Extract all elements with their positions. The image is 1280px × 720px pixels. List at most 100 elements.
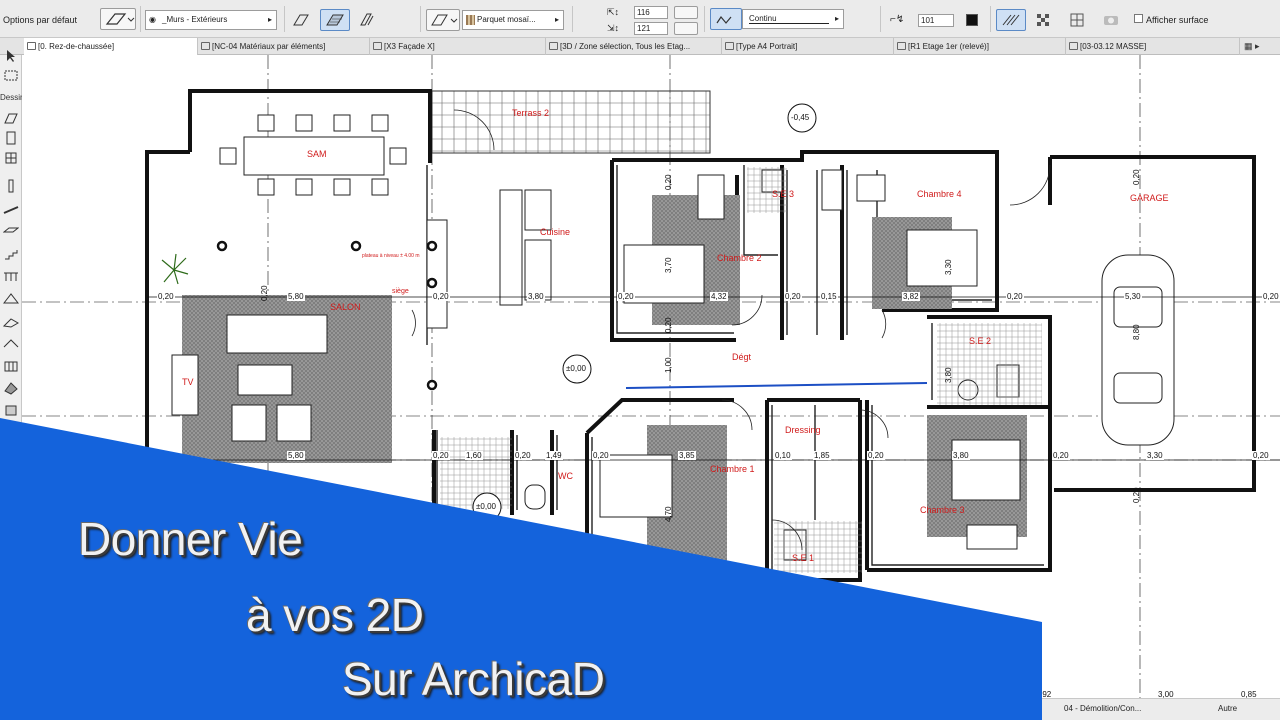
door-tool-icon[interactable] [3,131,19,145]
surface-select[interactable]: Parquet mosaï... ▸ [462,10,564,30]
floor-plan-icon [897,42,906,50]
dim-label: 4,32 [710,292,728,301]
tab-nc04[interactable]: [NC-04 Matériaux par éléments] [198,38,370,55]
beam-tool-icon[interactable] [3,203,19,217]
curtain-wall-tool-icon[interactable] [3,359,19,373]
roof-tool-icon[interactable] [2,291,20,305]
surface-select-value: Parquet mosaï... [477,15,536,24]
line-type-button[interactable] [710,8,742,30]
render-button[interactable] [1100,9,1122,31]
toolbar-separator [420,6,421,32]
dim-label-vertical: 3,80 [944,367,953,383]
room-label-se3: S.E 3 [772,189,795,199]
room-label-dressing: Dressing [785,425,821,435]
dim-label-vertical: 0,20 [260,285,269,301]
banner-line-1: Donner Vie [78,513,303,565]
toolbar-separator [990,6,991,32]
toolbar-separator [704,6,705,32]
structure-composite-button[interactable] [320,9,350,31]
3d-view-icon [549,42,558,50]
tab-overflow-icon[interactable]: ▦ ▸ [1244,41,1276,52]
structure-basic-button[interactable] [290,9,312,31]
dim-label: 0,10 [774,451,792,460]
height-top-link-button[interactable] [674,6,698,19]
tab-label: [0. Rez-de-chaussée] [38,42,115,51]
layout-icon [725,42,734,50]
structure-profile-button[interactable] [356,9,378,31]
window-tool-icon[interactable] [3,151,19,165]
surface-icon [431,14,458,26]
car [1101,254,1175,446]
room-label-cuisine: Cuisine [540,227,571,237]
pattern-icon [1037,14,1049,26]
line-type-icon [716,15,732,24]
slab-tool-icon[interactable] [2,223,20,237]
fill-hatch-button[interactable] [996,9,1026,31]
line-type-value: Continu [749,14,777,23]
height-bottom-input[interactable]: 121 [634,22,668,35]
line-type-select[interactable]: Continu ▸ [742,9,844,29]
arrow-tool-icon[interactable] [3,49,19,63]
dim-label: 0,20 [784,292,802,301]
terrace-paving [431,90,711,154]
height-top-input[interactable]: 116 [634,6,668,19]
profile-wall-icon [360,13,374,26]
tab-masse[interactable]: [03-03.12 MASSE] [1066,38,1240,55]
table-icon [201,42,210,50]
view-label[interactable]: 04 - Démolition/Con... [1064,704,1141,713]
tab-facade-x[interactable]: [X3 Façade X] [370,38,546,55]
floor-plan-icon [27,42,36,50]
skylight-tool-icon[interactable] [3,337,19,351]
surface-override-button[interactable] [426,9,460,31]
dim-label: 3,85 [678,451,696,460]
tab-rez-de-chaussee[interactable]: [0. Rez-de-chaussée] [24,38,198,55]
object-tool-icon[interactable] [3,403,19,417]
wall-geometry-icon [105,13,135,25]
height-bottom-link-button[interactable] [674,22,698,35]
tab-a4-portrait[interactable]: [Type A4 Portrait] [722,38,894,55]
fill-pattern-button[interactable] [1032,9,1054,31]
dim-label: 3,30 [1146,451,1164,460]
plant [161,253,189,285]
wall-tool-icon[interactable] [3,111,19,125]
banner-line-3: Sur ArchicaD [342,653,605,705]
column-tool-icon[interactable] [3,179,19,193]
eye-icon: ◉ [149,15,156,24]
floor-plan-canvas[interactable]: SAM Terrass 2 Cuisine SALON Chambre 2 Ch… [22,55,1280,720]
height-top-icon: ⇱↕ [607,7,620,17]
dim-label: 1,85 [813,451,831,460]
railing-tool-icon[interactable] [3,269,19,283]
room-label-terrasse: Terrass 2 [512,108,550,118]
level-label: ±0,00 [475,502,497,511]
stair-tool-icon[interactable] [3,247,19,261]
layer-select[interactable]: ◉ _Murs - Extérieurs ▸ [145,10,277,30]
room-label-chambre3: Chambre 3 [920,505,965,515]
layout-icon [1069,42,1078,50]
dim-label: 5,80 [287,451,305,460]
scope-label[interactable]: Autre [1218,704,1237,713]
pen-color-swatch[interactable] [966,14,978,26]
bed-chambre4 [906,229,978,287]
selected-wall [625,382,928,389]
chevron-right-icon: ▸ [834,14,839,23]
dessin-section-label: Dessin [0,93,25,102]
dim-label: 0,20 [867,451,885,460]
toolbar-separator [880,6,881,32]
room-label-siege: siège [392,288,409,295]
morph-tool-icon[interactable] [3,381,19,395]
surface-swatch-icon [466,15,475,25]
dim-label-vertical: 0,20 [664,317,673,333]
shell-tool-icon[interactable] [2,315,20,329]
dim-label: 0,20 [617,292,635,301]
pen-input[interactable]: 101 [918,14,954,27]
dim-label: 3,80 [527,292,545,301]
tab-3d[interactable]: [3D / Zone sélection, Tous les Etag... [546,38,722,55]
dim-label: 0,20 [1052,451,1070,460]
tab-r1-etage[interactable]: [R1 Etage 1er (relevé)] [894,38,1066,55]
tab-label: [X3 Façade X] [384,42,435,51]
marquee-tool-icon[interactable] [3,69,19,83]
fill-grid-button[interactable] [1066,9,1088,31]
show-surface-checkbox[interactable] [1134,14,1143,23]
geometry-method-button[interactable] [100,8,136,30]
dim-label: 0,20 [1006,292,1024,301]
